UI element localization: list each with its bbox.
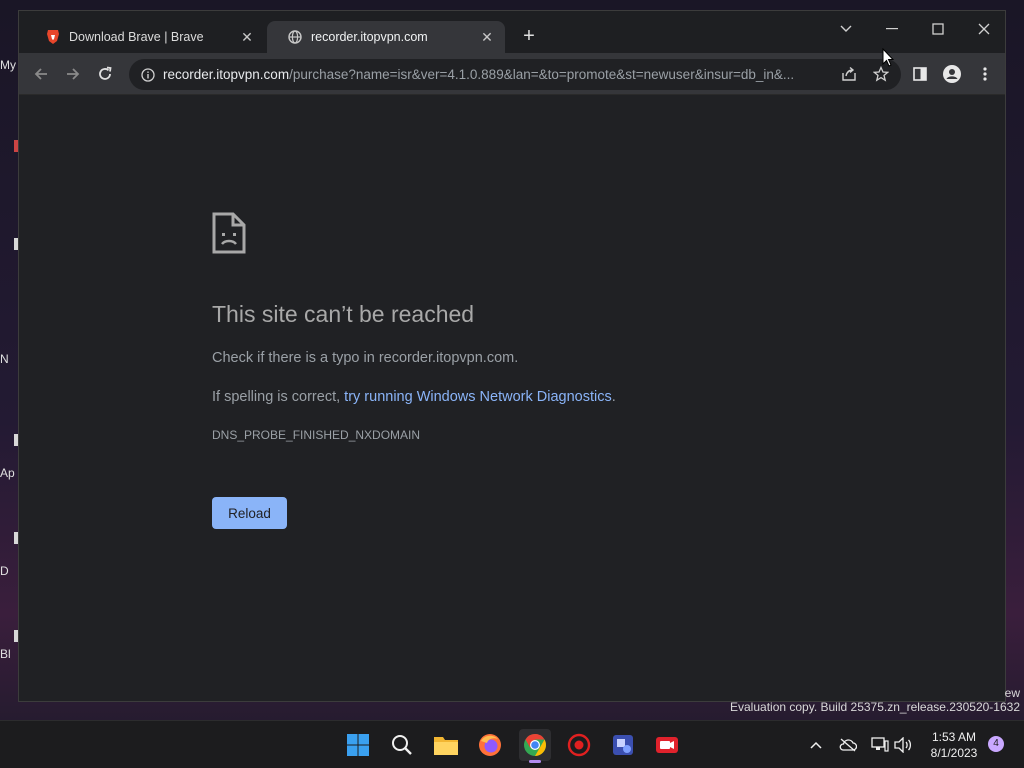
error-diagnostics-hint: If spelling is correct, try running Wind… <box>212 389 616 405</box>
firefox-icon <box>479 734 501 756</box>
close-window-button[interactable] <box>961 15 1005 43</box>
forward-button[interactable] <box>60 61 86 87</box>
browser-toolbar: recorder.itopvpn.com/purchase?name=isr&v… <box>19 53 1005 95</box>
taskbar-search-button[interactable] <box>386 729 418 761</box>
error-typo-hint: Check if there is a typo in recorder.ito… <box>212 350 519 366</box>
watermark-fragment: ew <box>1004 686 1020 700</box>
url-text[interactable]: recorder.itopvpn.com/purchase?name=isr&v… <box>163 67 831 82</box>
blue-app-button[interactable] <box>607 729 639 761</box>
tab-title: recorder.itopvpn.com <box>311 30 428 44</box>
close-icon[interactable]: ✕ <box>239 29 255 45</box>
minimize-icon <box>886 28 898 30</box>
browser-window: Download Brave | Brave ✕ recorder.itopvp… <box>18 10 1006 702</box>
diagnostics-prefix: If spelling is correct, <box>212 389 345 405</box>
chevron-down-icon <box>840 25 852 32</box>
network-diagnostics-link[interactable]: try running Windows Network Diagnostics <box>344 389 612 405</box>
reload-toolbar-button[interactable] <box>92 61 118 87</box>
arrow-left-icon <box>34 68 47 80</box>
recorder-icon <box>656 737 678 753</box>
desktop-label[interactable]: My <box>0 58 18 72</box>
evaluation-watermark: ew Evaluation copy. Build 25375.zn_relea… <box>730 686 1020 714</box>
clock-date: 8/1/2023 <box>930 746 978 760</box>
tab-recorder[interactable]: recorder.itopvpn.com ✕ <box>267 21 505 53</box>
desktop-label[interactable]: Bl <box>0 647 18 661</box>
show-hidden-icons-button[interactable] <box>806 735 826 755</box>
search-icon <box>392 735 412 755</box>
error-code: DNS_PROBE_FINISHED_NXDOMAIN <box>212 428 421 442</box>
speaker-icon <box>894 737 912 753</box>
address-bar[interactable]: recorder.itopvpn.com/purchase?name=isr&v… <box>129 59 901 90</box>
profile-button[interactable] <box>939 61 965 87</box>
system-clock[interactable]: 1:53 AM 8/1/2023 <box>920 729 988 761</box>
mouse-cursor-icon <box>882 47 895 72</box>
side-panel-icon <box>913 67 927 81</box>
start-button[interactable] <box>342 729 374 761</box>
info-icon[interactable] <box>139 66 157 84</box>
chevron-up-icon <box>810 741 822 749</box>
clock-time: 1:53 AM <box>931 730 977 744</box>
refresh-icon <box>99 66 112 80</box>
tab-title: Download Brave | Brave <box>69 30 204 44</box>
profile-icon <box>943 65 961 83</box>
globe-icon <box>287 29 303 45</box>
tab-download-brave[interactable]: Download Brave | Brave ✕ <box>25 21 265 53</box>
menu-button[interactable] <box>972 61 998 87</box>
taskbar: 1:53 AM 8/1/2023 <box>0 720 1024 768</box>
close-icon[interactable]: ✕ <box>479 29 495 45</box>
maximize-icon <box>932 23 944 35</box>
desktop-label[interactable]: N <box>0 352 18 366</box>
close-icon <box>978 23 990 35</box>
screen-recorder-button[interactable] <box>651 729 683 761</box>
tab-strip: Download Brave | Brave ✕ recorder.itopvp… <box>19 11 1005 53</box>
file-explorer-icon <box>434 737 458 755</box>
file-explorer-button[interactable] <box>430 729 462 761</box>
chrome-icon <box>524 734 546 756</box>
minimize-button[interactable] <box>869 15 915 43</box>
kebab-menu-icon <box>983 67 987 81</box>
desktop-label[interactable]: Ap <box>0 466 18 480</box>
watermark-text: Evaluation copy. Build 25375.zn_release.… <box>730 700 1020 714</box>
network-status[interactable] <box>870 735 890 755</box>
brave-lion-icon <box>45 29 61 45</box>
share-icon <box>842 66 856 81</box>
volume-control[interactable] <box>893 735 913 755</box>
desktop-label[interactable]: D <box>0 564 18 578</box>
app-blue-icon <box>613 735 633 755</box>
bug-tool-button[interactable] <box>563 729 595 761</box>
settings-bug-icon <box>567 733 591 757</box>
url-host: recorder.itopvpn.com <box>163 67 290 82</box>
error-title: This site can’t be reached <box>212 301 475 327</box>
chrome-button[interactable] <box>519 729 551 761</box>
active-app-indicator <box>529 760 541 763</box>
page-content: This site can’t be reached Check if ther… <box>19 96 1005 701</box>
network-icon <box>871 737 889 752</box>
onedrive-status[interactable] <box>838 735 858 755</box>
tab-search-button[interactable] <box>823 15 869 43</box>
diagnostics-suffix: . <box>611 389 616 405</box>
sad-document-icon <box>211 211 247 260</box>
side-panel-button[interactable] <box>907 61 933 87</box>
back-button[interactable] <box>28 61 54 87</box>
new-tab-button[interactable]: + <box>517 25 541 49</box>
reload-button[interactable]: Reload <box>212 497 287 529</box>
share-button[interactable] <box>837 62 861 86</box>
firefox-button[interactable] <box>474 729 506 761</box>
arrow-right-icon <box>67 68 80 80</box>
windows-start-icon <box>347 734 369 756</box>
cloud-off-icon <box>839 738 857 752</box>
url-path: /purchase?name=isr&ver=4.1.0.889&lan=&to… <box>289 67 795 82</box>
maximize-button[interactable] <box>915 15 961 43</box>
notification-badge[interactable]: 4 <box>988 736 1004 752</box>
